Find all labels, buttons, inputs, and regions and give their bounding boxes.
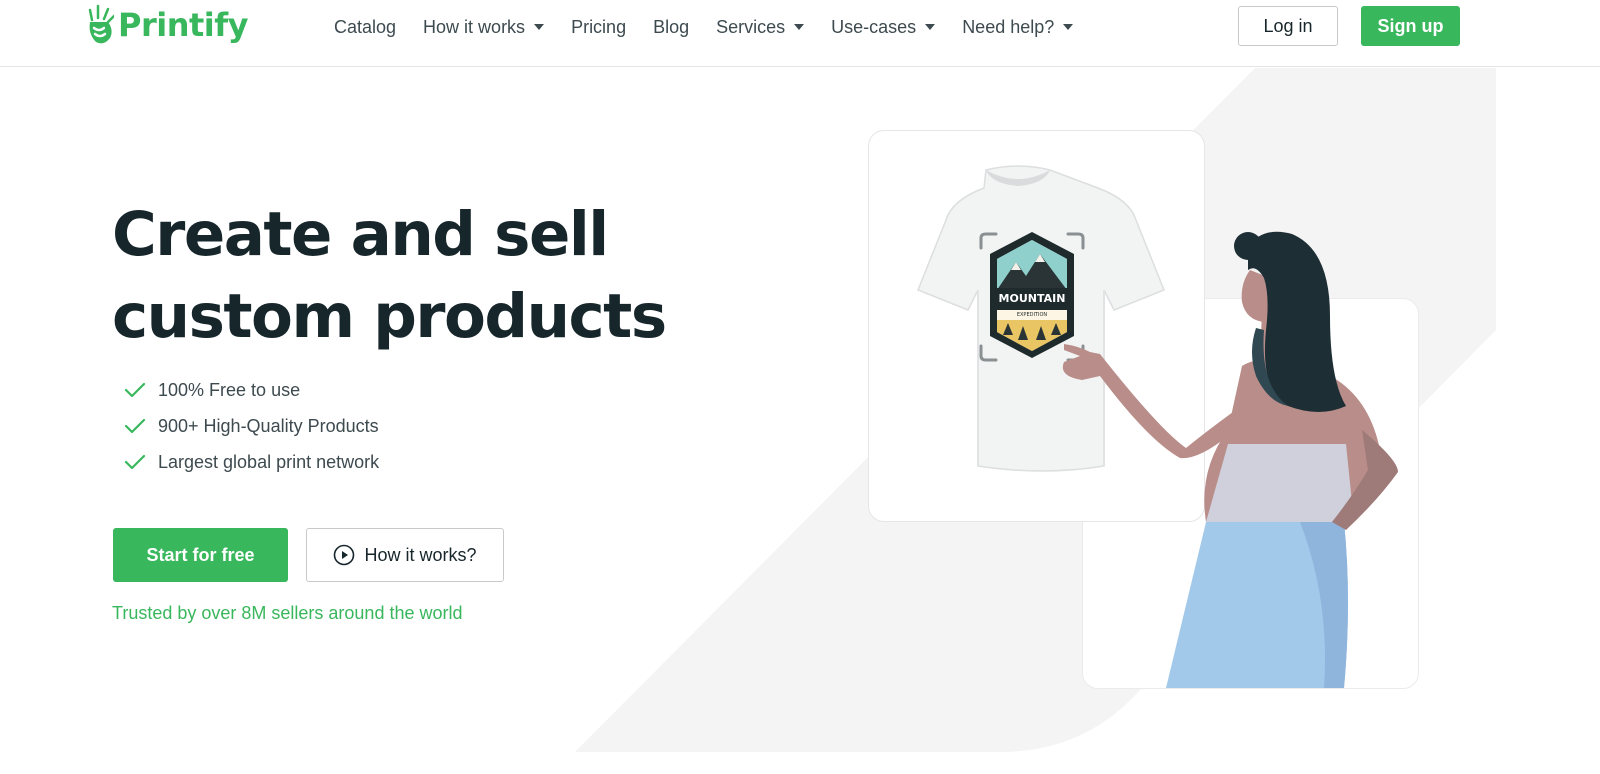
- nav-item-how-it-works[interactable]: How it works: [423, 14, 545, 40]
- nav-item-pricing[interactable]: Pricing: [571, 14, 626, 40]
- feature-label: Largest global print network: [158, 451, 380, 472]
- nav-item-use-cases[interactable]: Use-cases: [831, 14, 936, 40]
- hero-title-line-2: custom products: [112, 281, 667, 352]
- feature-list: 100% Free to use 900+ High-Quality Produ…: [124, 372, 379, 480]
- page: Printify Catalog How it works Pricing Bl…: [0, 0, 1600, 774]
- caret-down-icon: [925, 24, 936, 30]
- nav-item-label: Use-cases: [831, 16, 917, 37]
- main-nav: Catalog How it works Pricing Blog Servic…: [334, 14, 1100, 40]
- feature-item: 900+ High-Quality Products: [124, 408, 379, 444]
- printify-logo-icon: [88, 4, 114, 44]
- badge-subtitle: EXPEDITION: [1017, 312, 1048, 318]
- nav-item-blog[interactable]: Blog: [653, 14, 689, 40]
- mountain-badge-image: MOUNTAIN EXPEDITION: [990, 232, 1074, 358]
- play-circle-icon: [334, 544, 355, 566]
- caret-down-icon: [534, 24, 545, 30]
- feature-label: 900+ High-Quality Products: [158, 415, 379, 436]
- nav-item-label: Blog: [653, 16, 690, 37]
- feature-item: 100% Free to use: [124, 372, 379, 408]
- nav-item-services[interactable]: Services: [716, 14, 805, 40]
- check-icon: [124, 418, 146, 434]
- how-it-works-label: How it works?: [364, 544, 477, 565]
- signup-button[interactable]: Sign up: [1361, 6, 1460, 46]
- nav-item-label: How it works: [423, 16, 526, 37]
- start-for-free-button[interactable]: Start for free: [113, 528, 288, 582]
- trusted-text: Trusted by over 8M sellers around the wo…: [112, 603, 463, 623]
- nav-item-label: Pricing: [571, 16, 627, 37]
- badge-title: MOUNTAIN: [999, 292, 1066, 305]
- nav-item-label: Catalog: [334, 16, 397, 37]
- nav-item-label: Services: [716, 16, 786, 37]
- nav-item-need-help[interactable]: Need help?: [962, 14, 1074, 40]
- hero-title: Create and sell custom products: [112, 194, 672, 358]
- login-button[interactable]: Log in: [1238, 6, 1338, 46]
- site-header: Printify Catalog How it works Pricing Bl…: [0, 0, 1600, 67]
- check-icon: [124, 382, 146, 398]
- hero-title-line-1: Create and sell: [112, 199, 609, 270]
- hero-illustration: MOUNTAIN EXPEDITION: [917, 165, 1398, 688]
- printify-logo[interactable]: Printify: [84, 4, 249, 46]
- how-it-works-button[interactable]: How it works?: [306, 528, 504, 582]
- check-icon: [124, 454, 146, 470]
- feature-label: 100% Free to use: [158, 379, 301, 400]
- nav-item-catalog[interactable]: Catalog: [334, 14, 396, 40]
- nav-item-label: Need help?: [962, 16, 1055, 37]
- caret-down-icon: [1063, 24, 1074, 30]
- logo-text: Printify: [118, 6, 249, 44]
- caret-down-icon: [794, 24, 805, 30]
- feature-item: Largest global print network: [124, 444, 379, 480]
